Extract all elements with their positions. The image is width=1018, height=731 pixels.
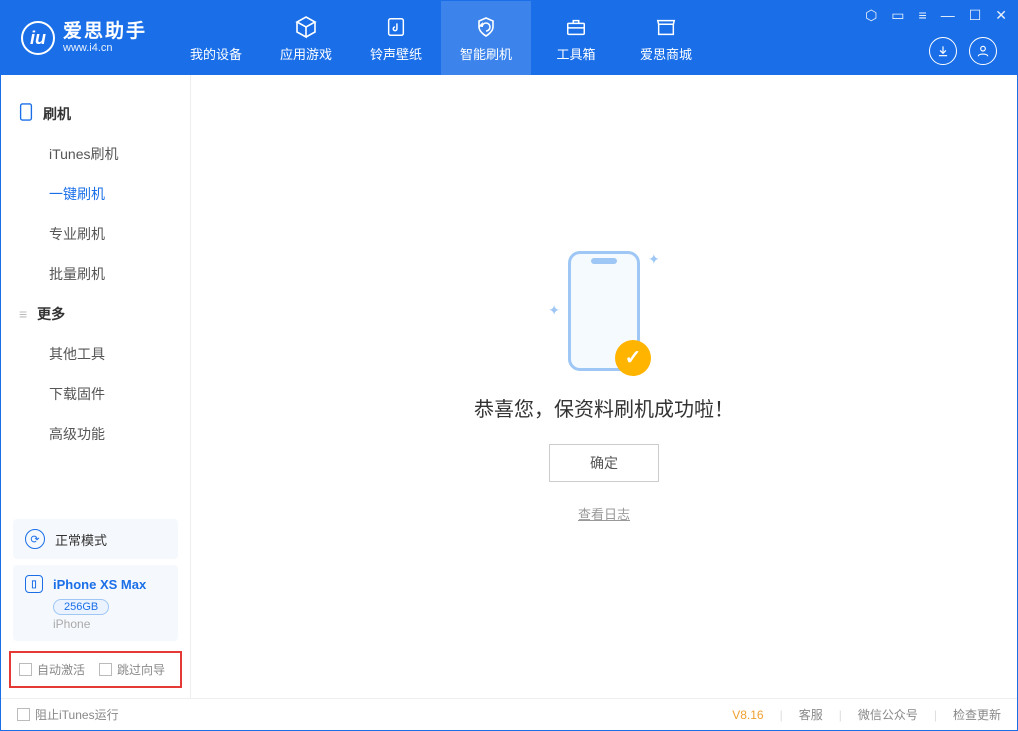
ok-button[interactable]: 确定 [549, 444, 659, 482]
device-phone-icon: ▯ [25, 575, 43, 593]
device-capacity-badge: 256GB [53, 599, 109, 615]
sidebar-section-flash: 刷机 [1, 93, 190, 134]
toolbox-icon [563, 14, 589, 40]
checkbox-icon [99, 663, 112, 676]
store-icon [653, 14, 679, 40]
checkbox-auto-activate[interactable]: 自动激活 [19, 661, 85, 678]
logo-icon: iu [21, 21, 55, 55]
sidebar-item-oneclick-flash[interactable]: 一键刷机 [1, 174, 190, 214]
checkbox-stop-itunes[interactable]: 阻止iTunes运行 [17, 706, 119, 723]
success-illustration: ✦ ✓ ✦ [548, 251, 659, 371]
checkbox-label: 自动激活 [37, 661, 85, 678]
view-log-link[interactable]: 查看日志 [578, 504, 630, 523]
device-card-header: ▯ iPhone XS Max [25, 575, 166, 593]
device-card[interactable]: ▯ iPhone XS Max 256GB iPhone [13, 565, 178, 641]
logo-text: 爱思助手 www.i4.cn [63, 22, 147, 55]
phone-notch [591, 258, 617, 264]
device-name: iPhone XS Max [53, 577, 146, 592]
statusbar: 阻止iTunes运行 V8.16 | 客服 | 微信公众号 | 检查更新 [1, 698, 1017, 730]
tab-store[interactable]: 爱思商城 [621, 1, 711, 75]
sparkle-icon: ✦ [648, 251, 660, 268]
app-name: 爱思助手 [63, 22, 147, 43]
phone-icon [19, 103, 33, 124]
wechat-link[interactable]: 微信公众号 [858, 706, 918, 723]
body-area: 刷机 iTunes刷机 一键刷机 专业刷机 批量刷机 ≡ 更多 其他工具 下载固… [1, 75, 1017, 698]
window-icon[interactable]: ▭ [891, 7, 904, 24]
minimize-button[interactable]: ― [941, 7, 955, 24]
success-message: 恭喜您，保资料刷机成功啦！ [474, 393, 734, 422]
tab-ringtones-wallpapers[interactable]: 铃声壁纸 [351, 1, 441, 75]
checkbox-skip-guide[interactable]: 跳过向导 [99, 661, 165, 678]
divider: | [839, 708, 842, 722]
tab-label: 应用游戏 [280, 44, 332, 63]
menu-icon[interactable]: ≡ [919, 7, 927, 24]
shirt-icon[interactable]: ⬡ [865, 7, 877, 24]
music-note-icon [383, 14, 409, 40]
mode-card[interactable]: ⟳ 正常模式 [13, 519, 178, 559]
main-content: ✦ ✓ ✦ 恭喜您，保资料刷机成功啦！ 确定 查看日志 [191, 75, 1017, 698]
customer-service-link[interactable]: 客服 [799, 706, 823, 723]
window-controls: ⬡ ▭ ≡ ― ☐ ✕ [865, 7, 1007, 24]
tab-smart-flash[interactable]: 智能刷机 [441, 1, 531, 75]
app-url: www.i4.cn [63, 42, 147, 54]
close-button[interactable]: ✕ [995, 7, 1007, 24]
maximize-button[interactable]: ☐ [969, 7, 982, 24]
cube-icon [293, 14, 319, 40]
titlebar: iu 爱思助手 www.i4.cn 我的设备 应用游戏 铃声壁纸 智能刷机 [1, 1, 1017, 75]
tab-label: 工具箱 [557, 44, 596, 63]
sparkle-icon: ✦ [548, 302, 560, 319]
mode-icon: ⟳ [25, 529, 45, 549]
tab-apps-games[interactable]: 应用游戏 [261, 1, 351, 75]
tab-label: 我的设备 [190, 44, 242, 63]
sidebar-section-more: ≡ 更多 [1, 294, 190, 334]
check-update-link[interactable]: 检查更新 [953, 706, 1001, 723]
tab-label: 智能刷机 [460, 44, 512, 63]
divider: | [934, 708, 937, 722]
download-button[interactable] [929, 37, 957, 65]
list-icon: ≡ [19, 306, 27, 322]
side-nav: 刷机 iTunes刷机 一键刷机 专业刷机 批量刷机 ≡ 更多 其他工具 下载固… [1, 75, 190, 513]
sidebar-item-advanced[interactable]: 高级功能 [1, 414, 190, 454]
phone-illustration: ✓ [568, 251, 640, 371]
sidebar-item-batch-flash[interactable]: 批量刷机 [1, 254, 190, 294]
device-type: iPhone [53, 617, 166, 631]
checkbox-icon [17, 708, 30, 721]
nav-tabs: 我的设备 应用游戏 铃声壁纸 智能刷机 工具箱 爱思商城 [171, 1, 711, 75]
mode-label: 正常模式 [55, 530, 107, 549]
flash-options-row: 自动激活 跳过向导 [9, 651, 182, 688]
side-device-area: ⟳ 正常模式 ▯ iPhone XS Max 256GB iPhone 自动激活… [1, 513, 190, 698]
header-action-buttons [929, 37, 997, 65]
sidebar-item-download-firmware[interactable]: 下载固件 [1, 374, 190, 414]
logo-area: iu 爱思助手 www.i4.cn [1, 1, 171, 75]
checkbox-label: 阻止iTunes运行 [35, 706, 119, 723]
sidebar-item-itunes-flash[interactable]: iTunes刷机 [1, 134, 190, 174]
check-badge-icon: ✓ [615, 340, 651, 376]
section-title: 刷机 [43, 104, 71, 124]
sidebar-item-pro-flash[interactable]: 专业刷机 [1, 214, 190, 254]
checkbox-icon [19, 663, 32, 676]
tab-label: 爱思商城 [640, 44, 692, 63]
statusbar-right: V8.16 | 客服 | 微信公众号 | 检查更新 [732, 706, 1001, 723]
sidebar: 刷机 iTunes刷机 一键刷机 专业刷机 批量刷机 ≡ 更多 其他工具 下载固… [1, 75, 191, 698]
tab-my-device[interactable]: 我的设备 [171, 1, 261, 75]
version-label: V8.16 [732, 708, 763, 722]
device-icon [203, 14, 229, 40]
checkbox-label: 跳过向导 [117, 661, 165, 678]
divider: | [780, 708, 783, 722]
section-title: 更多 [37, 304, 65, 324]
user-button[interactable] [969, 37, 997, 65]
refresh-shield-icon [473, 14, 499, 40]
sidebar-item-other-tools[interactable]: 其他工具 [1, 334, 190, 374]
tab-toolbox[interactable]: 工具箱 [531, 1, 621, 75]
tab-label: 铃声壁纸 [370, 44, 422, 63]
app-window: iu 爱思助手 www.i4.cn 我的设备 应用游戏 铃声壁纸 智能刷机 [0, 0, 1018, 731]
